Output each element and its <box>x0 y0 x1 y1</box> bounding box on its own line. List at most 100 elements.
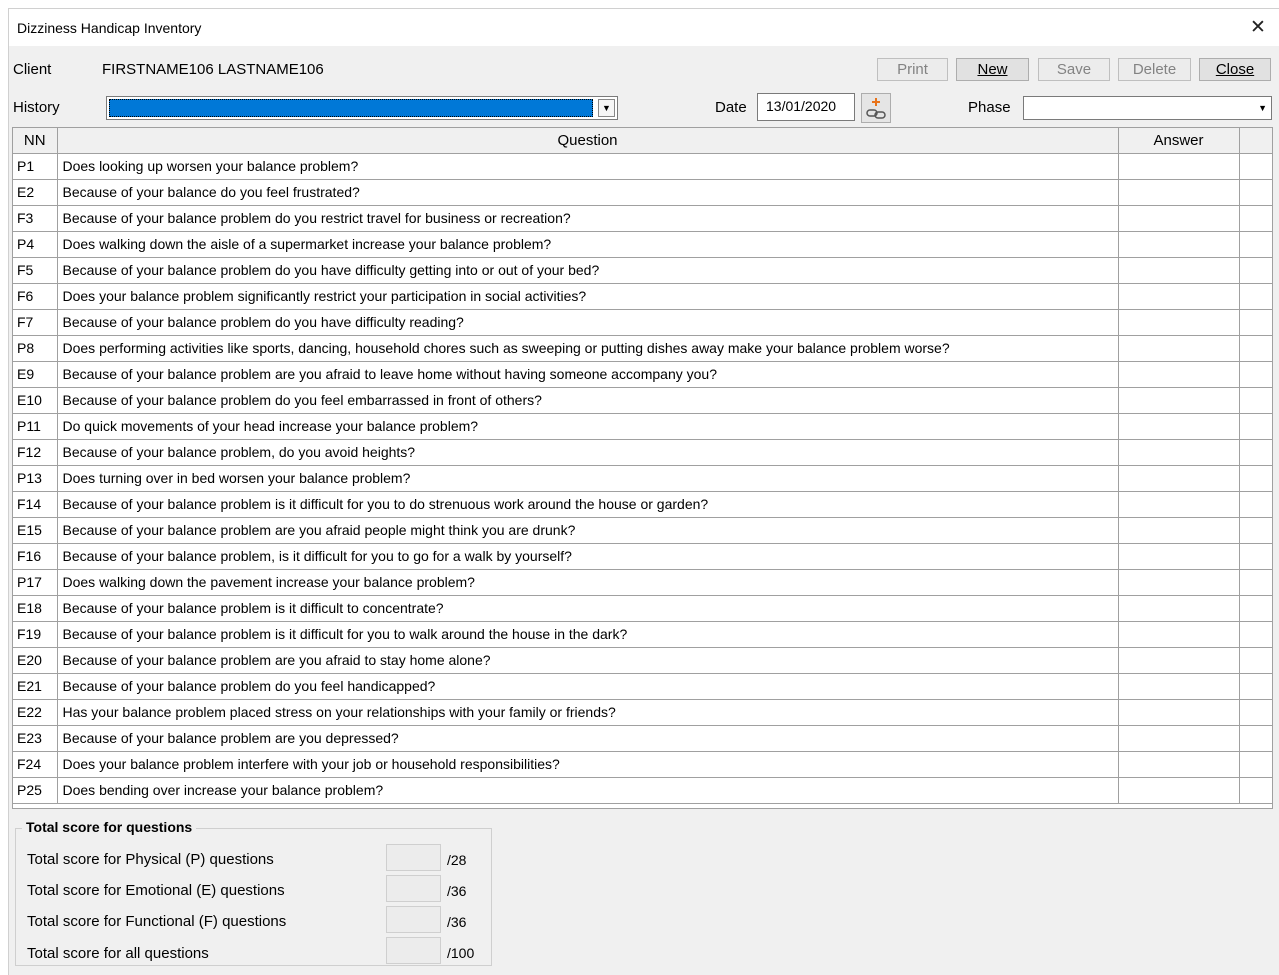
row-extra-cell[interactable] <box>1239 543 1272 570</box>
row-extra-cell[interactable] <box>1239 647 1272 674</box>
table-row[interactable]: P1 Does looking up worsen your balance pr… <box>13 153 1272 180</box>
row-answer-cell[interactable] <box>1118 543 1240 570</box>
table-row[interactable]: E20 Because of your balance problem are y… <box>13 647 1272 674</box>
row-nn-cell[interactable]: F7 <box>13 309 58 336</box>
header-answer[interactable]: Answer <box>1118 128 1240 154</box>
row-nn-cell[interactable]: E20 <box>13 647 58 674</box>
row-answer-cell[interactable] <box>1118 413 1240 440</box>
row-nn-cell[interactable]: F12 <box>13 439 58 466</box>
row-question-cell[interactable]: Because of your balance problem are you … <box>57 517 1119 544</box>
row-answer-cell[interactable] <box>1118 621 1240 648</box>
row-extra-cell[interactable] <box>1239 725 1272 752</box>
row-extra-cell[interactable] <box>1239 387 1272 414</box>
row-nn-cell[interactable]: F6 <box>13 283 58 310</box>
row-nn-cell[interactable]: E23 <box>13 725 58 752</box>
row-answer-cell[interactable] <box>1118 777 1240 804</box>
row-extra-cell[interactable] <box>1239 439 1272 466</box>
row-question-cell[interactable]: Does walking down the aisle of a superma… <box>57 231 1119 258</box>
row-question-cell[interactable]: Does your balance problem significantly … <box>57 283 1119 310</box>
row-extra-cell[interactable] <box>1239 465 1272 492</box>
row-answer-cell[interactable] <box>1118 361 1240 388</box>
row-nn-cell[interactable]: F16 <box>13 543 58 570</box>
print-button[interactable]: Print <box>877 58 948 81</box>
row-answer-cell[interactable] <box>1118 647 1240 674</box>
table-row[interactable]: F16 Because of your balance problem, is i… <box>13 543 1272 570</box>
row-answer-cell[interactable] <box>1118 231 1240 258</box>
row-answer-cell[interactable] <box>1118 309 1240 336</box>
row-nn-cell[interactable]: P13 <box>13 465 58 492</box>
table-row[interactable]: F3 Because of your balance problem do you… <box>13 205 1272 232</box>
row-nn-cell[interactable]: P17 <box>13 569 58 596</box>
table-row[interactable]: P25 Does bending over increase your balan… <box>13 777 1272 804</box>
row-nn-cell[interactable]: F24 <box>13 751 58 778</box>
row-question-cell[interactable]: Does bending over increase your balance … <box>57 777 1119 804</box>
row-nn-cell[interactable]: F5 <box>13 257 58 284</box>
row-question-cell[interactable]: Because of your balance problem do you f… <box>57 673 1119 700</box>
table-row[interactable]: F14 Because of your balance problem is it… <box>13 491 1272 518</box>
row-answer-cell[interactable] <box>1118 179 1240 206</box>
row-nn-cell[interactable]: E2 <box>13 179 58 206</box>
row-extra-cell[interactable] <box>1239 257 1272 284</box>
row-question-cell[interactable]: Does your balance problem interfere with… <box>57 751 1119 778</box>
table-row[interactable]: F12 Because of your balance problem, do y… <box>13 439 1272 466</box>
row-extra-cell[interactable] <box>1239 205 1272 232</box>
row-question-cell[interactable]: Because of your balance problem is it di… <box>57 595 1119 622</box>
row-question-cell[interactable]: Because of your balance problem do you r… <box>57 205 1119 232</box>
row-extra-cell[interactable] <box>1239 621 1272 648</box>
table-row[interactable]: P13 Does turning over in bed worsen your … <box>13 465 1272 492</box>
row-question-cell[interactable]: Because of your balance problem are you … <box>57 647 1119 674</box>
row-nn-cell[interactable]: P8 <box>13 335 58 362</box>
row-answer-cell[interactable] <box>1118 491 1240 518</box>
row-extra-cell[interactable] <box>1239 491 1272 518</box>
row-nn-cell[interactable]: E18 <box>13 595 58 622</box>
row-answer-cell[interactable] <box>1118 335 1240 362</box>
row-question-cell[interactable]: Because of your balance problem are you … <box>57 725 1119 752</box>
row-answer-cell[interactable] <box>1118 673 1240 700</box>
table-row[interactable]: F7 Because of your balance problem do you… <box>13 309 1272 336</box>
row-question-cell[interactable]: Does walking down the pavement increase … <box>57 569 1119 596</box>
table-row[interactable]: E10 Because of your balance problem do yo… <box>13 387 1272 414</box>
row-question-cell[interactable]: Because of your balance problem do you f… <box>57 387 1119 414</box>
row-nn-cell[interactable]: F19 <box>13 621 58 648</box>
header-question[interactable]: Question <box>57 128 1119 154</box>
row-answer-cell[interactable] <box>1118 465 1240 492</box>
table-row[interactable]: E2 Because of your balance do you feel fr… <box>13 179 1272 206</box>
phase-select[interactable]: ▼ <box>1023 96 1272 120</box>
table-row[interactable]: F19 Because of your balance problem is it… <box>13 621 1272 648</box>
row-question-cell[interactable]: Does looking up worsen your balance prob… <box>57 153 1119 180</box>
header-nn[interactable]: NN <box>13 128 58 154</box>
save-button[interactable]: Save <box>1038 58 1110 81</box>
row-answer-cell[interactable] <box>1118 439 1240 466</box>
row-nn-cell[interactable]: E15 <box>13 517 58 544</box>
row-question-cell[interactable]: Does performing activities like sports, … <box>57 335 1119 362</box>
row-question-cell[interactable]: Has your balance problem placed stress o… <box>57 699 1119 726</box>
row-nn-cell[interactable]: F14 <box>13 491 58 518</box>
table-row[interactable]: E22 Has your balance problem placed stres… <box>13 699 1272 726</box>
table-row[interactable]: P4 Does walking down the aisle of a super… <box>13 231 1272 258</box>
row-extra-cell[interactable] <box>1239 569 1272 596</box>
chevron-down-icon[interactable]: ▼ <box>598 99 615 117</box>
table-row[interactable]: P17 Does walking down the pavement increa… <box>13 569 1272 596</box>
row-answer-cell[interactable] <box>1118 569 1240 596</box>
row-nn-cell[interactable]: E21 <box>13 673 58 700</box>
table-row[interactable]: F5 Because of your balance problem do you… <box>13 257 1272 284</box>
chevron-down-icon[interactable]: ▼ <box>1258 103 1267 113</box>
row-nn-cell[interactable]: E9 <box>13 361 58 388</box>
row-question-cell[interactable]: Because of your balance problem are you … <box>57 361 1119 388</box>
table-row[interactable]: F6 Does your balance problem significantl… <box>13 283 1272 310</box>
table-row[interactable]: F24 Does your balance problem interfere w… <box>13 751 1272 778</box>
row-question-cell[interactable]: Does turning over in bed worsen your bal… <box>57 465 1119 492</box>
row-extra-cell[interactable] <box>1239 699 1272 726</box>
row-answer-cell[interactable] <box>1118 517 1240 544</box>
row-answer-cell[interactable] <box>1118 387 1240 414</box>
row-extra-cell[interactable] <box>1239 179 1272 206</box>
history-select[interactable]: ▼ <box>106 96 618 120</box>
row-extra-cell[interactable] <box>1239 335 1272 362</box>
close-icon[interactable]: ✕ <box>1236 9 1279 46</box>
table-row[interactable]: E18 Because of your balance problem is it… <box>13 595 1272 622</box>
row-nn-cell[interactable]: E22 <box>13 699 58 726</box>
row-extra-cell[interactable] <box>1239 309 1272 336</box>
table-row[interactable]: E15 Because of your balance problem are y… <box>13 517 1272 544</box>
row-question-cell[interactable]: Because of your balance do you feel frus… <box>57 179 1119 206</box>
row-answer-cell[interactable] <box>1118 283 1240 310</box>
